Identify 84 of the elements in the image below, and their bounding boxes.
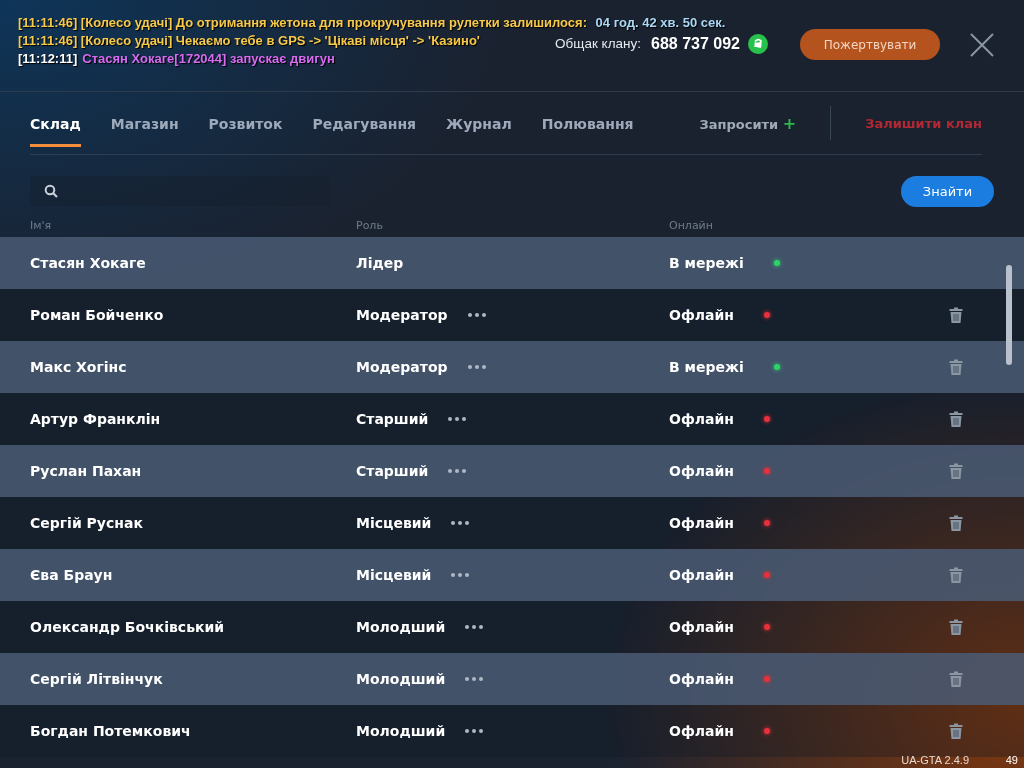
search-button[interactable]: Знайти [901,175,994,207]
tab[interactable]: Розвиток [208,116,283,147]
member-name: Артур Франклін [29,411,162,427]
tab[interactable]: Магазин [110,116,179,147]
tab[interactable]: Склад [30,116,81,147]
member-row[interactable]: Богдан Потемкович Молодший Офлайн [0,705,1024,757]
member-status: Офлайн [669,515,734,531]
member-status: Офлайн [669,619,734,635]
member-row[interactable]: Єва Браун Місцевий Офлайн [0,549,1024,601]
trash-icon[interactable] [949,515,963,531]
member-row[interactable]: Сергій Руснак Місцевий Офлайн [0,497,1024,549]
trash-icon[interactable] [949,307,963,323]
chat-text: [11:11:46] [Колесо удачі] До отримання жетона для прокручування рулетки залишилося: [18,15,588,30]
member-row[interactable]: Макс Хогінс Модератор В мережі [0,341,1024,393]
trash-icon[interactable] [949,619,963,635]
member-name: Олександр Бочківський [29,619,226,635]
member-status: Офлайн [669,567,734,583]
member-row[interactable]: Олександр Бочківський Молодший Офлайн [0,601,1024,653]
column-header: Онлайн [669,218,714,232]
member-row[interactable]: Артур Франклін Старший Офлайн [0,393,1024,445]
member-name: Єва Браун [29,567,114,583]
chat-text: Стасян Хокаге[172044] запускає двигун [82,51,335,66]
more-icon[interactable] [448,469,467,473]
column-header: Роль [356,218,384,232]
more-icon[interactable] [465,729,484,733]
member-name: Сергій Літвінчук [29,671,164,687]
member-row[interactable]: Сергій Літвінчук Молодший Офлайн [0,653,1024,705]
member-role: Молодший [356,671,446,687]
member-status: В мережі [669,255,744,271]
member-name: Богдан Потемкович [29,723,192,739]
member-row[interactable]: Роман Бойченко Модератор Офлайн [0,289,1024,341]
tab[interactable]: Полювання [541,116,634,147]
tab[interactable]: Журнал [446,116,512,147]
member-name: Макс Хогінс [29,359,128,375]
member-row[interactable]: Руслан Пахан Старший Офлайн [0,445,1024,497]
member-role: Місцевий [356,515,432,531]
trash-icon[interactable] [949,463,963,479]
trash-icon[interactable] [949,723,963,739]
chat-text: 04 год. 42 хв. 50 сек. [595,15,726,30]
member-role: Місцевий [356,567,432,583]
member-name: Роман Бойченко [29,307,165,323]
more-icon[interactable] [467,313,486,317]
trash-icon[interactable] [949,567,963,583]
member-name: Стасян Хокаге [29,255,147,271]
chat-text: [11:11:46] [Колесо удачі] Чекаємо тебе в GPS -> 'Цікаві місця' -> 'Казино' [18,33,480,48]
balance-value: 688 737 092 [651,34,740,53]
coin-icon [748,33,768,54]
invite-button[interactable]: Запросити + [699,113,815,133]
member-name: Руслан Пахан [29,463,143,479]
member-role: Лідер [356,255,404,271]
tab[interactable]: Редагування [312,116,417,147]
donate-button[interactable]: Пожертвувати [800,29,940,60]
column-header: Ім'я [29,218,53,232]
member-status: Офлайн [669,671,734,687]
balance-label: Общак клану: [555,36,641,51]
trash-icon[interactable] [949,411,963,427]
member-name: Сергій Руснак [29,515,144,531]
chat-text: [11:12:11] [18,51,78,66]
more-icon[interactable] [465,677,484,681]
trash-icon[interactable] [949,671,963,687]
scrollbar[interactable] [1006,265,1012,365]
member-role: Молодший [356,619,446,635]
member-status: Офлайн [669,411,734,427]
more-icon[interactable] [465,625,484,629]
fps-counter: 49 [1005,754,1018,766]
more-icon[interactable] [448,417,467,421]
version-label: UA-GTA 2.4.9 [901,754,969,766]
close-icon[interactable] [970,32,994,57]
search-field[interactable] [30,176,330,206]
member-row[interactable]: Стасян Хокаге Лідер В мережі [0,237,1024,289]
member-role: Старший [356,411,429,427]
search-icon [44,184,58,198]
member-status: Офлайн [669,307,734,323]
member-status: В мережі [669,359,744,375]
member-role: Старший [356,463,429,479]
more-icon[interactable] [451,521,470,525]
member-role: Модератор [356,359,448,375]
member-status: Офлайн [669,723,734,739]
more-icon[interactable] [467,365,486,369]
trash-icon[interactable] [949,359,963,375]
member-role: Молодший [356,723,446,739]
more-icon[interactable] [451,573,470,577]
member-status: Офлайн [669,463,734,479]
member-role: Модератор [356,307,448,323]
